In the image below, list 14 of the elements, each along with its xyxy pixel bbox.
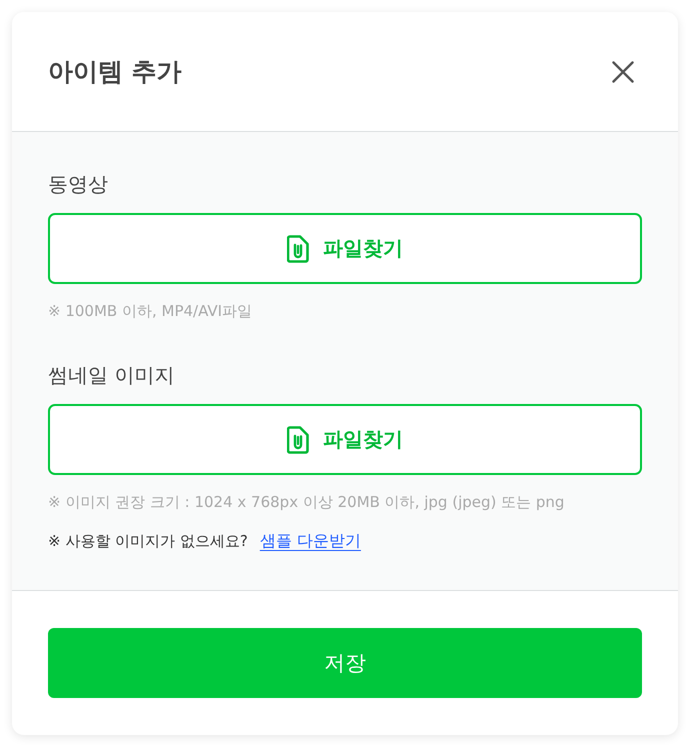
close-icon: [612, 60, 634, 82]
dialog-title: 아이템 추가: [48, 56, 182, 88]
field-label: 썸네일 이미지: [48, 362, 176, 389]
find-file-button[interactable]: 파일찾기: [48, 404, 642, 475]
hint-text: ※ 100MB 이하, MP4/AVI파일: [48, 301, 252, 322]
find-file-button[interactable]: 파일찾기: [48, 213, 642, 284]
sample-download-link[interactable]: 샘플 다운받기: [260, 530, 361, 552]
hint-text: ※ 이미지 권장 크기 : 1024 x 768px 이상 20MB 이하, jpg (jpeg) 또는 png: [48, 492, 564, 513]
save-button[interactable]: 저장: [48, 628, 642, 698]
close-button[interactable]: [610, 58, 636, 84]
field-label: 동영상: [48, 171, 109, 198]
paperclip-file-icon: [287, 426, 309, 454]
prompt-text: ※ 사용할 이미지가 없으세요?: [48, 531, 248, 552]
paperclip-file-icon: [287, 234, 309, 262]
